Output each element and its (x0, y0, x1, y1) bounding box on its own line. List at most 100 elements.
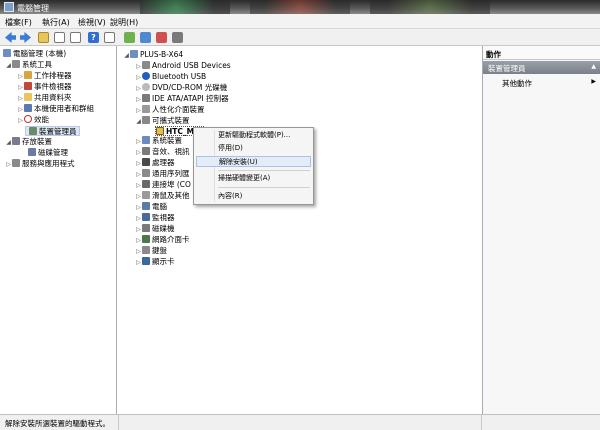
device-group[interactable]: ▷ 音效、視訊 (135, 147, 190, 157)
expand-icon[interactable]: ▷ (135, 106, 142, 116)
device-group[interactable]: ▷ IDE ATA/ATAPI 控制器 (135, 94, 229, 104)
actions-pane: 動作 裝置管理員 ▲ 其他動作 ▶ (482, 46, 600, 414)
device-group[interactable]: ▷ 人性化介面裝置 (135, 105, 205, 115)
action-pane-icon[interactable] (104, 32, 115, 43)
expand-icon[interactable]: ▷ (135, 192, 142, 202)
device-group[interactable]: ▷ 電腦 (135, 202, 167, 212)
performance-icon (24, 115, 32, 123)
uninstall-icon[interactable] (156, 32, 167, 43)
collapse-icon[interactable]: ◢ (135, 117, 142, 127)
expand-icon[interactable]: ▷ (135, 181, 142, 191)
tree-disk-management[interactable]: 磁碟管理 (25, 148, 68, 158)
expand-icon[interactable]: ▷ (135, 225, 142, 235)
expand-icon[interactable]: ▷ (135, 258, 142, 268)
computer-icon (130, 50, 138, 58)
device-group[interactable]: ▷ 滑鼠及其他 (135, 191, 190, 201)
device-group[interactable]: ▷ 監視器 (135, 213, 175, 223)
forward-arrow-icon[interactable] (20, 32, 31, 43)
device-group[interactable]: ▷ 通用序列匯 (135, 169, 190, 179)
ctx-properties[interactable]: 內容(R) (196, 191, 311, 202)
more-actions[interactable]: 其他動作 ▶ (483, 76, 600, 88)
back-arrow-icon[interactable] (5, 32, 16, 43)
expand-icon[interactable]: ▷ (135, 214, 142, 224)
device-group[interactable]: ▷ 鍵盤 (135, 246, 167, 256)
expand-icon[interactable]: ▷ (17, 105, 24, 115)
tree-performance[interactable]: ▷ 效能 (17, 115, 49, 125)
device-group[interactable]: ▷ Bluetooth USB (135, 72, 206, 82)
device-group[interactable]: ▷ 磁碟機 (135, 224, 175, 234)
tree-task-scheduler[interactable]: ▷ 工作排程器 (17, 71, 72, 81)
tree-storage[interactable]: ◢ 存放裝置 (5, 137, 52, 147)
expand-icon[interactable]: ▷ (135, 73, 142, 83)
tree-system-tools[interactable]: ◢ 系統工具 (5, 60, 52, 70)
device-root[interactable]: ◢ PLUS-B-X64 (123, 50, 183, 60)
collapse-icon[interactable]: ◢ (5, 61, 12, 71)
up-folder-icon[interactable] (38, 32, 49, 43)
collapse-arrow-icon[interactable]: ▲ (591, 63, 596, 70)
help-icon[interactable]: ? (88, 32, 99, 43)
menu-file[interactable]: 檔案(F) (5, 17, 32, 28)
menu-help[interactable]: 說明(H) (110, 17, 138, 28)
expand-icon[interactable]: ▷ (5, 160, 12, 170)
device-group[interactable]: ▷ Android USB Devices (135, 61, 231, 71)
expand-icon[interactable]: ▷ (17, 72, 24, 82)
device-group[interactable]: ▷ 連接埠 (CO (135, 180, 191, 190)
menu-bar: 檔案(F) 執行(A) 檢視(V) 說明(H) (0, 14, 600, 29)
usb-icon (142, 61, 150, 69)
expand-icon[interactable]: ▷ (135, 62, 142, 72)
port-icon (142, 180, 150, 188)
ctx-disable[interactable]: 停用(D) (196, 143, 311, 154)
actions-header: 動作 (483, 46, 600, 60)
menu-separator (218, 170, 310, 171)
device-group[interactable]: ▷ DVD/CD-ROM 光碟機 (135, 83, 227, 93)
tree-services-apps[interactable]: ▷ 服務與應用程式 (5, 159, 75, 169)
expand-icon[interactable]: ▷ (135, 247, 142, 257)
update-driver-icon[interactable] (140, 32, 151, 43)
show-hide-tree-icon[interactable] (54, 32, 65, 43)
services-icon (12, 159, 20, 167)
device-group[interactable]: ▷ 網路介面卡 (135, 235, 190, 245)
expand-icon[interactable]: ▷ (17, 94, 24, 104)
ctx-uninstall[interactable]: 解除安裝(U) (196, 156, 311, 167)
expand-icon[interactable]: ▷ (135, 236, 142, 246)
actions-section[interactable]: 裝置管理員 ▲ (483, 61, 600, 74)
menu-view[interactable]: 檢視(V) (78, 17, 106, 28)
device-group[interactable]: ▷ 系統裝置 (135, 136, 182, 146)
collapse-icon[interactable]: ◢ (123, 51, 130, 61)
menu-action[interactable]: 執行(A) (42, 17, 70, 28)
tree-root[interactable]: 電腦管理 (本機) (3, 49, 66, 59)
disable-device-icon[interactable] (172, 32, 183, 43)
properties-icon[interactable] (70, 32, 81, 43)
expand-icon[interactable]: ▷ (135, 95, 142, 105)
clock-icon (24, 71, 32, 79)
status-bar: 解除安裝所選裝置的驅動程式。 (0, 414, 600, 430)
expand-icon[interactable]: ▷ (135, 148, 142, 158)
collapse-icon[interactable]: ◢ (5, 138, 12, 148)
expand-icon[interactable]: ▷ (135, 159, 142, 169)
device-group[interactable]: ▷ 處理器 (135, 158, 175, 168)
hid-icon (142, 105, 150, 113)
disc-icon (142, 83, 150, 91)
expand-icon[interactable]: ▷ (135, 137, 142, 147)
tree-shared-folders[interactable]: ▷ 共用資料夾 (17, 93, 72, 103)
expand-icon[interactable]: ▷ (17, 116, 24, 126)
expand-icon[interactable]: ▷ (135, 84, 142, 94)
ctx-update-driver[interactable]: 更新驅動程式軟體(P)... (196, 130, 311, 141)
submenu-arrow-icon: ▶ (591, 78, 596, 85)
expand-icon[interactable]: ▷ (135, 203, 142, 213)
expand-icon[interactable]: ▷ (135, 170, 142, 180)
mouse-icon (142, 191, 150, 199)
tree-event-viewer[interactable]: ▷ 事件檢視器 (17, 82, 72, 92)
device-group-portable[interactable]: ◢ 可攜式裝置 (135, 116, 190, 126)
scan-hardware-icon[interactable] (124, 32, 135, 43)
tree-local-users[interactable]: ▷ 本機使用者和群組 (17, 104, 94, 114)
window-title: 電腦管理 (17, 4, 49, 13)
device-group[interactable]: ▷ 顯示卡 (135, 257, 175, 267)
tree-device-manager[interactable]: 裝置管理員 (25, 126, 80, 136)
event-viewer-icon (24, 82, 32, 90)
expand-icon[interactable]: ▷ (17, 83, 24, 93)
status-text: 解除安裝所選裝置的驅動程式。 (5, 419, 110, 428)
keyboard-icon (142, 246, 150, 254)
ctx-scan-hardware[interactable]: 掃描硬體變更(A) (196, 173, 311, 184)
disk-drive-icon (142, 224, 150, 232)
